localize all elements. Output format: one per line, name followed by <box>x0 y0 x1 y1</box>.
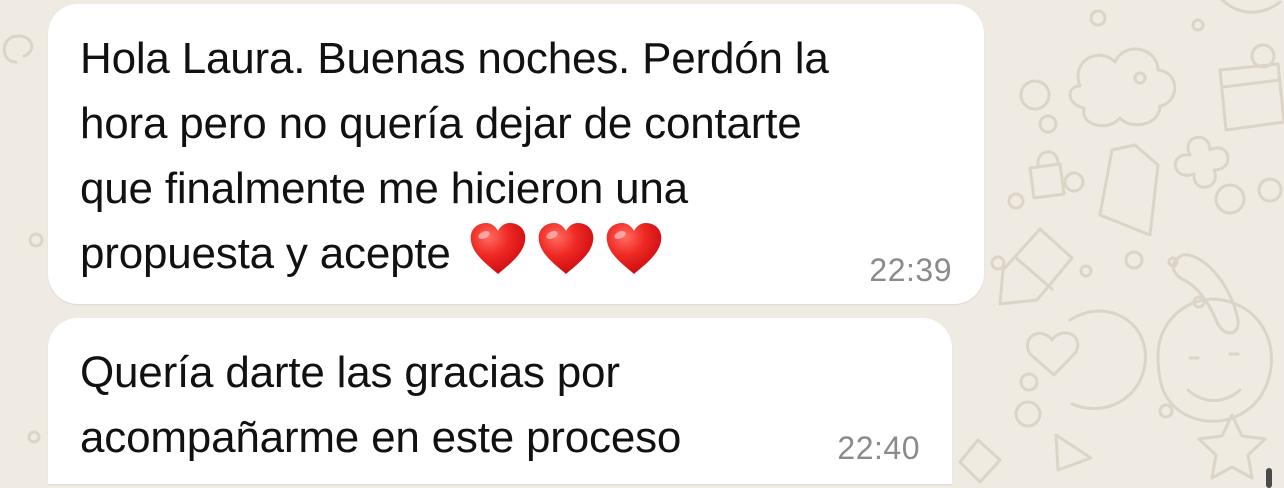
message-timestamp: 22:40 <box>837 430 920 466</box>
red-heart-emoji-icon <box>606 223 662 274</box>
message-bubble-received[interactable]: Quería darte las gracias por acompañarme… <box>48 318 952 484</box>
message-text-line: propuesta y acepte <box>80 221 829 294</box>
message-text-segment: propuesta y acepte <box>80 229 451 278</box>
chat-message-list[interactable]: Hola Laura. Buenas noches. Perdón la hor… <box>0 0 1284 488</box>
message-text-line: acompañarme en este proceso <box>80 413 682 462</box>
emoji-group <box>469 222 673 294</box>
message-text: Quería darte las gracias por acompañarme… <box>80 340 681 470</box>
message-text-line: Hola Laura. Buenas noches. Perdón la <box>80 34 829 83</box>
message-text-line: que finalmente me hicieron una <box>80 164 688 213</box>
red-heart-emoji-icon <box>470 223 526 274</box>
message-bubble-received[interactable]: Hola Laura. Buenas noches. Perdón la hor… <box>48 4 984 304</box>
message-text-line: Quería darte las gracias por <box>80 348 620 397</box>
red-heart-emoji-icon <box>538 223 594 274</box>
message-timestamp: 22:39 <box>869 252 952 288</box>
scroll-indicator[interactable] <box>1266 468 1272 488</box>
message-text-line: hora pero no quería dejar de contarte <box>80 99 802 148</box>
message-text: Hola Laura. Buenas noches. Perdón la hor… <box>80 26 829 294</box>
